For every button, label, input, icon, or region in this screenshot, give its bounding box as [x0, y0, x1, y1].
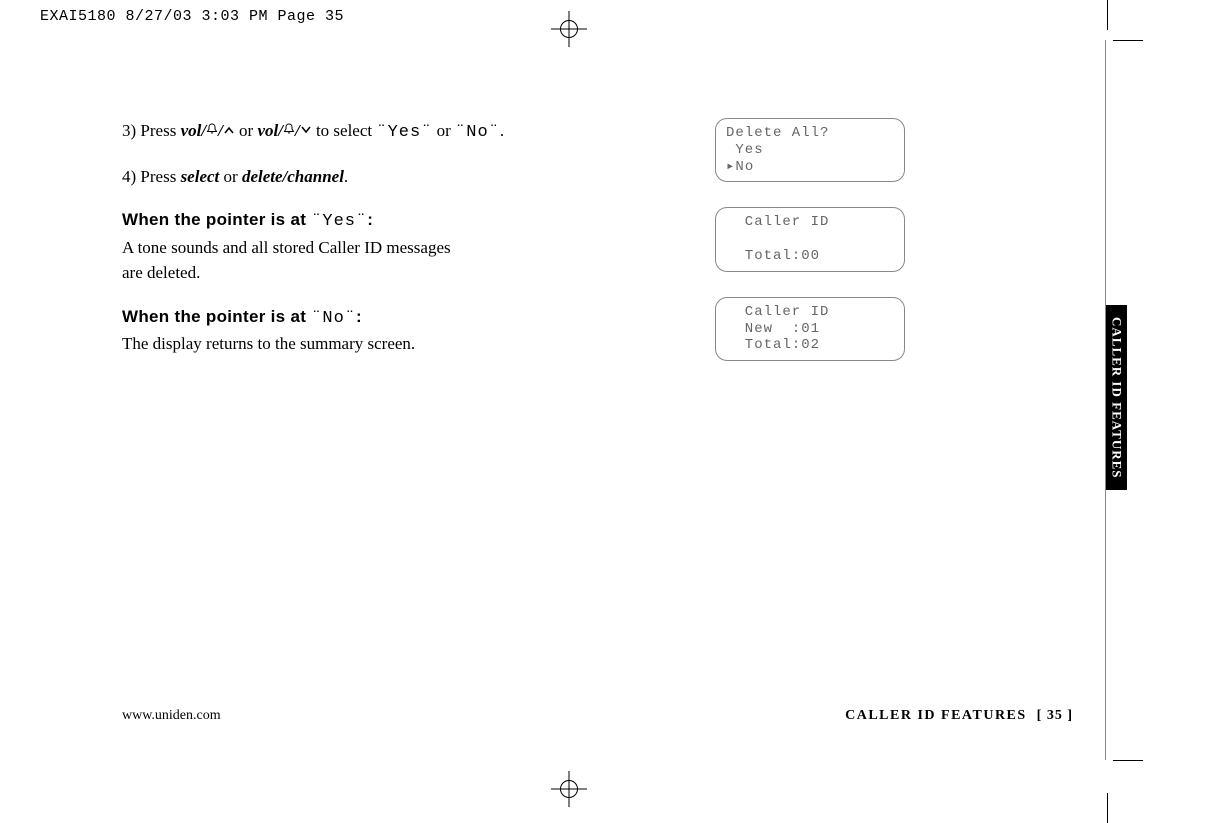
crop-mark [1107, 0, 1108, 30]
bell-icon [283, 117, 295, 143]
when-yes: When the pointer is at ¨Yes¨: A tone sou… [122, 207, 682, 286]
key-label: select [181, 167, 220, 186]
subhead: When the pointer is at [122, 210, 311, 229]
crop-mark [1107, 793, 1108, 823]
text: . [344, 167, 348, 186]
lcd-text: ¨No¨ [311, 309, 356, 328]
text: : [367, 210, 373, 229]
lcd-screen-delete: Delete All? Yes ▸No [715, 118, 905, 182]
lcd-text: ¨Yes¨ [311, 212, 367, 231]
footer-url: www.uniden.com [122, 708, 221, 724]
print-slug: EXAI5180 8/27/03 3:03 PM Page 35 [40, 8, 344, 25]
text: to select [316, 121, 376, 140]
when-no: When the pointer is at ¨No¨: The display… [122, 304, 682, 357]
text: 4) Press [122, 167, 181, 186]
text: : [356, 307, 362, 326]
section-tab: CALLER ID FEATURES [1106, 305, 1127, 490]
vol-label: vol/ [181, 121, 207, 140]
text: . [500, 121, 504, 140]
key-label: delete/channel [242, 167, 344, 186]
lcd-screens: Delete All? Yes ▸No Caller ID Total:00 C… [715, 118, 905, 401]
chevron-down-icon [300, 117, 312, 143]
crop-mark [1113, 760, 1143, 761]
vol-label: vol/ [257, 121, 283, 140]
text: or [432, 121, 455, 140]
bell-icon [206, 117, 218, 143]
subhead: When the pointer is at [122, 307, 311, 326]
lcd-text: ¨Yes¨ [376, 123, 432, 142]
text: The display returns to the summary scree… [122, 334, 415, 353]
step-4: 4) Press select or delete/channel. [122, 164, 682, 190]
chevron-up-icon [223, 117, 235, 143]
text: are deleted. [122, 263, 200, 282]
lcd-screen-summary: Caller ID New :01 Total:02 [715, 297, 905, 361]
registration-mark-bottom [560, 780, 578, 803]
lcd-screen-total: Caller ID Total:00 [715, 207, 905, 271]
footer-section: CALLER ID FEATURES [ 35 ] [845, 708, 1073, 724]
text: A tone sounds and all stored Caller ID m… [122, 238, 451, 257]
text: or [219, 167, 242, 186]
body-text: 3) Press vol// or vol// to select ¨Yes¨ … [122, 118, 682, 375]
lcd-text: ¨No¨ [455, 123, 500, 142]
crop-mark [1113, 40, 1143, 41]
registration-mark-top [560, 20, 578, 43]
text: or [239, 121, 257, 140]
page-footer: www.uniden.com CALLER ID FEATURES [ 35 ] [122, 708, 1073, 724]
step-3: 3) Press vol// or vol// to select ¨Yes¨ … [122, 118, 682, 146]
text: 3) Press [122, 121, 181, 140]
